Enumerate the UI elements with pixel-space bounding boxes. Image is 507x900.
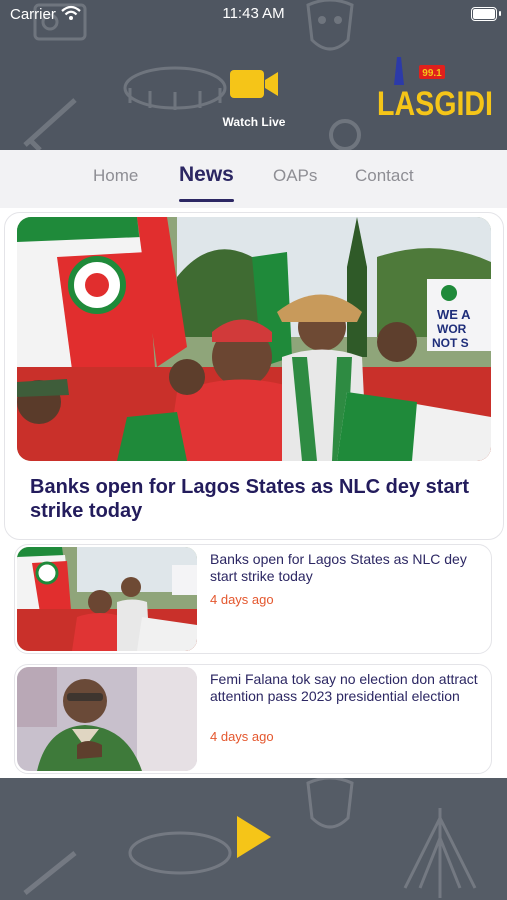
svg-text:LASGIDI: LASGIDI <box>377 85 493 123</box>
watch-live-label: Watch Live <box>222 115 286 129</box>
featured-news-title: Banks open for Lagos States as NLC dey s… <box>30 476 470 522</box>
battery-icon <box>471 7 497 21</box>
svg-text:WOR: WOR <box>437 322 467 336</box>
tab-news[interactable]: News <box>179 163 234 187</box>
car-doodle-icon <box>329 119 361 150</box>
news-time: 4 days ago <box>210 592 274 607</box>
stadium-doodle-icon <box>128 831 232 875</box>
svg-text:NOT S: NOT S <box>432 336 469 350</box>
mask-doodle-icon <box>306 778 354 829</box>
news-list-item[interactable]: Femi Falana tok say no election don attr… <box>14 664 492 774</box>
status-bar: Carrier 11:43 AM <box>0 0 507 30</box>
news-time: 4 days ago <box>210 729 274 744</box>
featured-news-image: WE A WOR NOT S <box>17 217 491 461</box>
featured-news-card[interactable]: WE A WOR NOT S Banks open for Lagos Stat… <box>4 212 504 540</box>
news-list: WE A WOR NOT S Banks open for Lagos Stat… <box>0 208 507 778</box>
active-tab-indicator <box>179 199 234 202</box>
news-list-item[interactable]: Banks open for Lagos States as NLC dey s… <box>14 544 492 654</box>
status-time: 11:43 AM <box>222 5 285 22</box>
drum-doodle-icon <box>23 98 77 150</box>
news-thumbnail <box>17 667 197 771</box>
tab-contact[interactable]: Contact <box>355 166 414 186</box>
lasgidi-logo: 99.1 LASGIDI <box>377 57 493 123</box>
tab-bar: Home News OAPs Contact <box>0 150 507 208</box>
news-title: Femi Falana tok say no election don attr… <box>210 671 478 704</box>
bridge-doodle-icon <box>403 808 477 898</box>
video-camera-icon <box>230 70 278 98</box>
tab-oaps[interactable]: OAPs <box>273 166 317 186</box>
drum-doodle-icon <box>23 851 77 895</box>
svg-text:99.1: 99.1 <box>422 68 442 79</box>
play-icon[interactable] <box>235 814 273 860</box>
news-title: Banks open for Lagos States as NLC dey s… <box>210 551 467 584</box>
svg-text:WE A: WE A <box>437 307 471 322</box>
tab-home[interactable]: Home <box>93 166 138 186</box>
app-header: Carrier 11:43 AM Watch Live 99.1 LASGIDI <box>0 0 507 150</box>
watch-live-button[interactable]: Watch Live <box>212 68 296 129</box>
news-thumbnail <box>17 547 197 651</box>
